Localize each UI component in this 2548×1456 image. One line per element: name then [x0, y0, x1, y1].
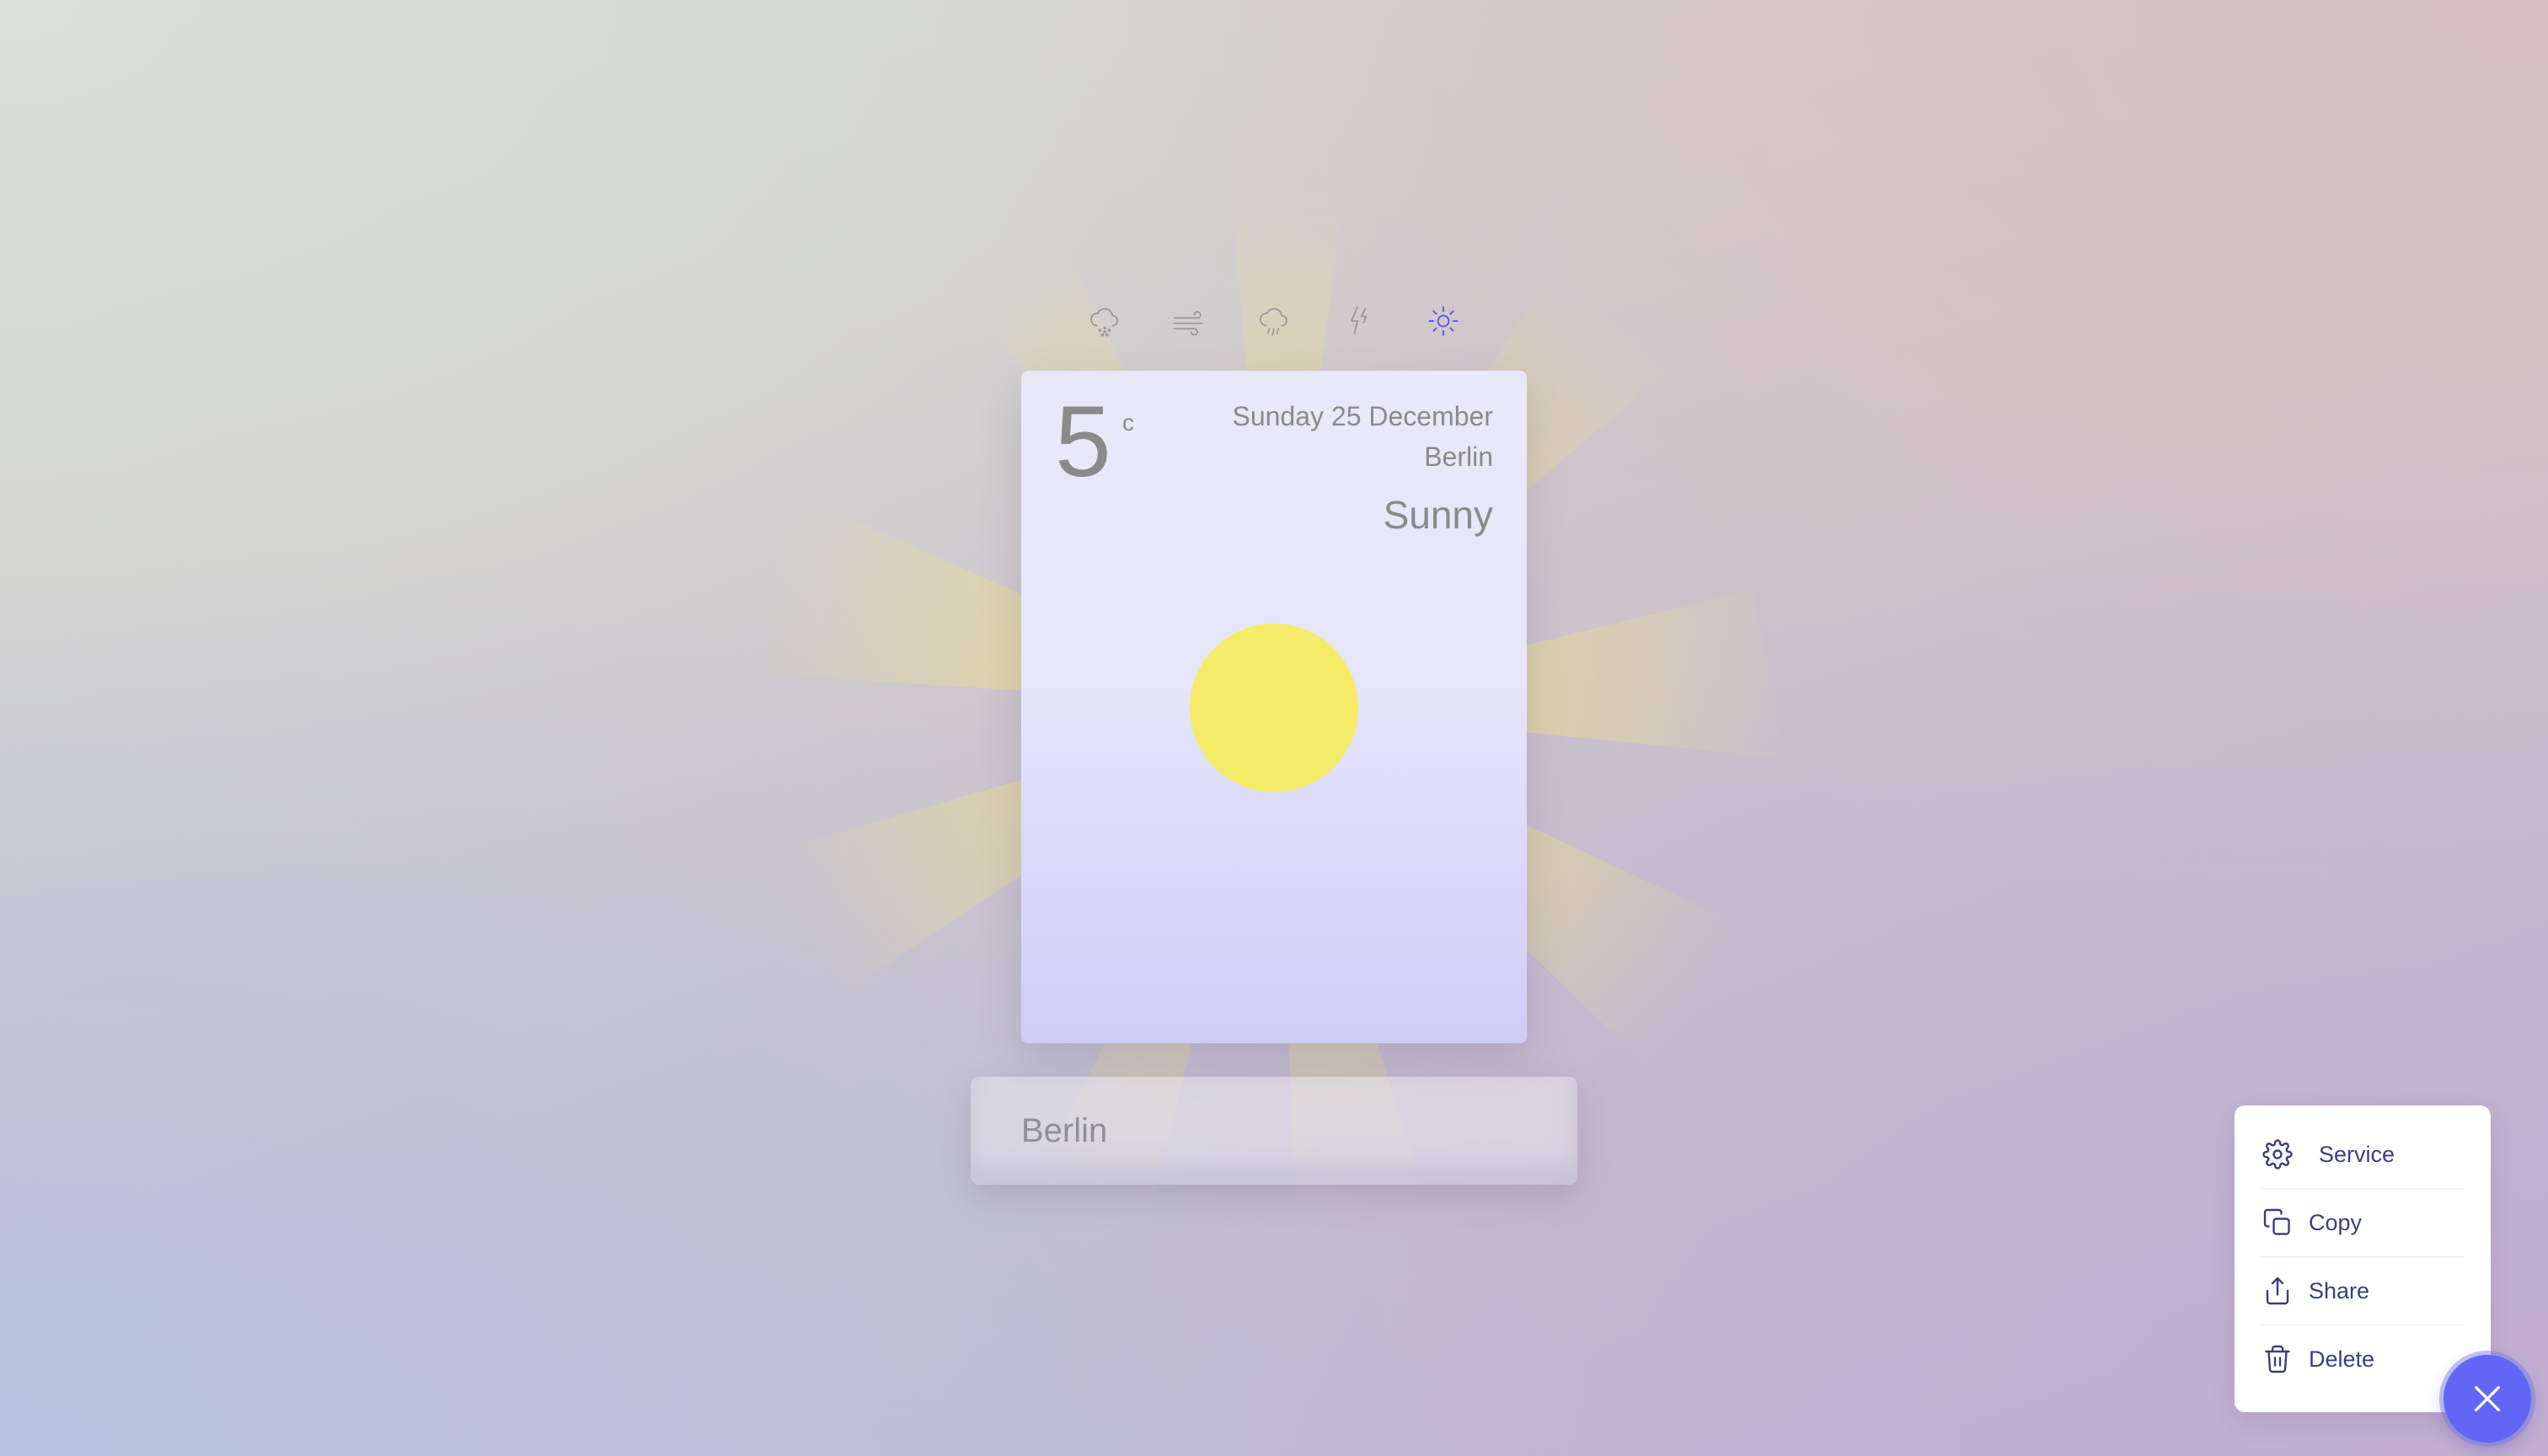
weather-type-rain[interactable] — [1248, 295, 1300, 347]
menu-item-share[interactable]: Share — [2262, 1257, 2464, 1325]
snow-cloud-icon — [1090, 308, 1119, 337]
weather-type-wind[interactable] — [1164, 295, 1216, 347]
menu-item-service[interactable]: Service — [2262, 1121, 2464, 1189]
share-icon — [2262, 1275, 2294, 1307]
menu-item-delete[interactable]: Delete — [2262, 1325, 2464, 1393]
weather-type-snow[interactable] — [1079, 295, 1131, 347]
weather-card: 5 c Sunday 25 December Berlin Sunny — [1021, 371, 1527, 1043]
wind-icon — [1173, 311, 1203, 336]
copy-icon — [2262, 1207, 2294, 1239]
weather-type-selector — [1079, 295, 1469, 347]
menu-item-label: Share — [2309, 1277, 2370, 1303]
gear-icon — [2262, 1138, 2294, 1170]
city-search-input[interactable] — [971, 1077, 1577, 1185]
menu-item-label: Service — [2319, 1141, 2395, 1167]
close-icon — [2475, 1386, 2500, 1411]
context-menu: Service Copy Share Delete — [2235, 1105, 2491, 1412]
sun-icon — [1428, 306, 1459, 336]
close-menu-button[interactable] — [2444, 1355, 2531, 1443]
temperature-value: 5 — [1055, 385, 1111, 498]
trash-icon — [2262, 1343, 2294, 1375]
city-label: Berlin — [1424, 442, 1493, 472]
menu-item-label: Delete — [2309, 1346, 2375, 1372]
city-input-container — [971, 1077, 1577, 1185]
temperature-unit: c — [1122, 410, 1134, 436]
date-label: Sunday 25 December — [1232, 401, 1493, 431]
weather-type-sun[interactable] — [1417, 295, 1469, 347]
menu-item-label: Copy — [2309, 1209, 2363, 1235]
menu-item-copy[interactable]: Copy — [2262, 1189, 2464, 1257]
weather-type-thunder[interactable] — [1333, 295, 1385, 347]
rain-cloud-icon — [1260, 308, 1288, 336]
lightning-icon — [1350, 306, 1367, 335]
condition-label: Sunny — [1383, 493, 1493, 537]
sun-illustration — [1190, 624, 1358, 792]
